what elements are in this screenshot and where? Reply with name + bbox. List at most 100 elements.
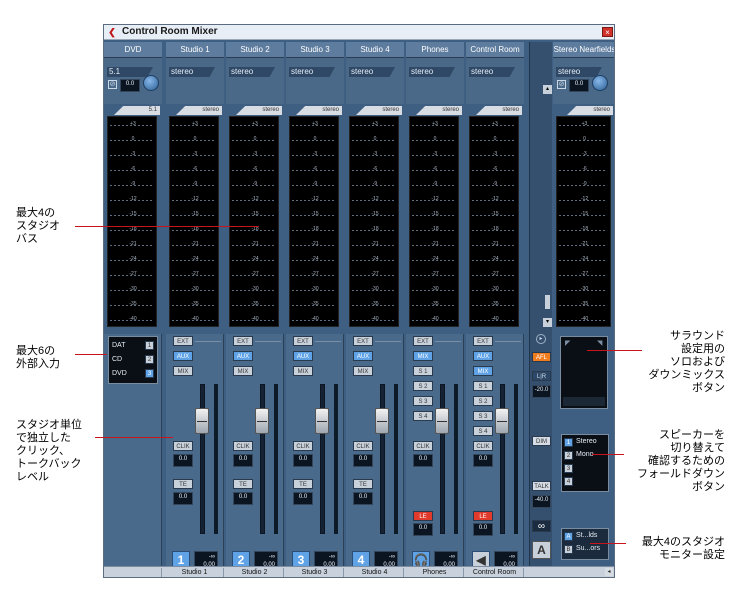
input-item[interactable]: DAT [112, 340, 142, 352]
ext-button[interactable]: EXT [233, 336, 253, 346]
aux-button[interactable]: AUX [173, 351, 193, 361]
volume-fader[interactable] [195, 408, 209, 434]
speaker-item[interactable]: Mono [576, 451, 594, 458]
send-s4-button[interactable]: S 4 [473, 426, 493, 436]
afl-button[interactable]: AFL [532, 352, 551, 362]
monitor-letter-button[interactable]: A [564, 532, 573, 541]
aux-button[interactable]: AUX [473, 351, 493, 361]
input-num-button[interactable]: 2 [145, 355, 154, 364]
clik-level[interactable]: 0.0 [353, 454, 373, 467]
aux-button[interactable]: AUX [353, 351, 373, 361]
ext-button[interactable]: EXT [173, 336, 193, 346]
speaker-num-button[interactable]: 2 [564, 451, 573, 460]
input-num-button[interactable]: 3 [145, 369, 154, 378]
channel-mode[interactable]: stereo [469, 67, 515, 77]
input-item[interactable]: DVD [112, 368, 142, 380]
aux-button[interactable]: AUX [293, 351, 313, 361]
scroll-down-button[interactable]: ▾ [543, 318, 552, 327]
aux-button[interactable]: AUX [233, 351, 253, 361]
send-s2-button[interactable]: S 2 [413, 381, 433, 391]
fader-track[interactable] [500, 384, 505, 534]
ext-button[interactable]: EXT [413, 336, 433, 346]
clik-level[interactable]: 0.0 [413, 454, 433, 467]
clik-button[interactable]: CLIK [173, 441, 193, 451]
speaker-num-button[interactable]: 4 [564, 477, 573, 486]
gain-knob[interactable] [143, 75, 159, 91]
clik-level[interactable]: 0.0 [233, 454, 253, 467]
mix-button[interactable]: MIX [293, 366, 313, 376]
speaker-num-button[interactable]: 1 [564, 438, 573, 447]
mix-button[interactable]: MIX [473, 366, 493, 376]
te-level[interactable]: 0.0 [353, 492, 373, 505]
monitor-item[interactable]: St...lds [576, 532, 597, 539]
footer-right-arrow[interactable]: ◂ [605, 568, 613, 576]
monitor-item[interactable]: Su...ors [576, 545, 600, 552]
send-s3-button[interactable]: S 3 [413, 396, 433, 406]
scroll-thumb[interactable] [545, 295, 550, 309]
te-level[interactable]: 0.0 [233, 492, 253, 505]
clik-button[interactable]: CLIK [293, 441, 313, 451]
fader-track[interactable] [200, 384, 205, 534]
volume-fader[interactable] [255, 408, 269, 434]
speaker-item[interactable]: Stereo [576, 438, 597, 445]
clik-button[interactable]: CLIK [353, 441, 373, 451]
fader-track[interactable] [440, 384, 445, 534]
cr-solo-icon[interactable]: ▸ [536, 334, 546, 344]
clik-level[interactable]: 0.0 [473, 454, 493, 467]
talk-button[interactable]: TALK [532, 481, 551, 491]
te-level[interactable]: 0.0 [293, 492, 313, 505]
clik-level[interactable]: 0.0 [293, 454, 313, 467]
le-button[interactable]: LE [413, 511, 433, 521]
lr-button[interactable]: L|R [532, 371, 551, 381]
clik-button[interactable]: CLIK [473, 441, 493, 451]
channel-mode[interactable]: stereo [229, 67, 275, 77]
scroll-up-button[interactable]: ▴ [543, 85, 552, 94]
send-s2-button[interactable]: S 2 [473, 396, 493, 406]
fader-track[interactable] [260, 384, 265, 534]
volume-fader[interactable] [435, 408, 449, 434]
fader-track[interactable] [380, 384, 385, 534]
mix-button[interactable]: MIX [233, 366, 253, 376]
channel-mode[interactable]: stereo [349, 67, 395, 77]
volume-fader[interactable] [495, 408, 509, 434]
speaker-num-button[interactable]: 3 [564, 464, 573, 473]
link-button[interactable]: ∞ [532, 520, 551, 532]
input-item[interactable]: CD [112, 354, 142, 366]
surround-panner[interactable]: ◤ ◥ [560, 336, 608, 409]
channel-mode[interactable]: stereo [409, 67, 455, 77]
le-level[interactable]: 0.0 [473, 523, 493, 536]
channel-mode[interactable]: stereo [169, 67, 215, 77]
ext-button[interactable]: EXT [353, 336, 373, 346]
input-num-button[interactable]: 1 [145, 341, 154, 350]
clik-level[interactable]: 0.0 [173, 454, 193, 467]
gain-knob[interactable] [592, 75, 608, 91]
mix-button[interactable]: MIX [353, 366, 373, 376]
send-s4-button[interactable]: S 4 [413, 411, 433, 421]
send-s3-button[interactable]: S 3 [473, 411, 493, 421]
volume-fader[interactable] [315, 408, 329, 434]
te-button[interactable]: TE [233, 479, 253, 489]
output-config-icon[interactable]: ⊘ [108, 80, 117, 89]
close-button[interactable]: × [602, 27, 613, 37]
a-button[interactable]: A [532, 541, 551, 559]
panner-controls[interactable] [563, 397, 605, 406]
te-level[interactable]: 0.0 [173, 492, 193, 505]
ext-button[interactable]: EXT [293, 336, 313, 346]
send-s1-button[interactable]: S 1 [413, 366, 433, 376]
fader-track[interactable] [320, 384, 325, 534]
afl-level-value[interactable]: -20.0 [532, 385, 551, 398]
channel-mode[interactable]: stereo [289, 67, 335, 77]
channel-gain[interactable]: 0.0 [120, 79, 140, 92]
clik-button[interactable]: CLIK [233, 441, 253, 451]
channel-gain[interactable]: 0.0 [569, 79, 589, 92]
te-button[interactable]: TE [173, 479, 193, 489]
clik-button[interactable]: CLIK [413, 441, 433, 451]
mix-button[interactable]: MIX [173, 366, 193, 376]
mix-button[interactable]: MIX [413, 351, 433, 361]
te-button[interactable]: TE [293, 479, 313, 489]
te-button[interactable]: TE [353, 479, 373, 489]
le-button[interactable]: LE [473, 511, 493, 521]
volume-fader[interactable] [375, 408, 389, 434]
output-config-icon[interactable]: ⊘ [557, 80, 566, 89]
ext-button[interactable]: EXT [473, 336, 493, 346]
